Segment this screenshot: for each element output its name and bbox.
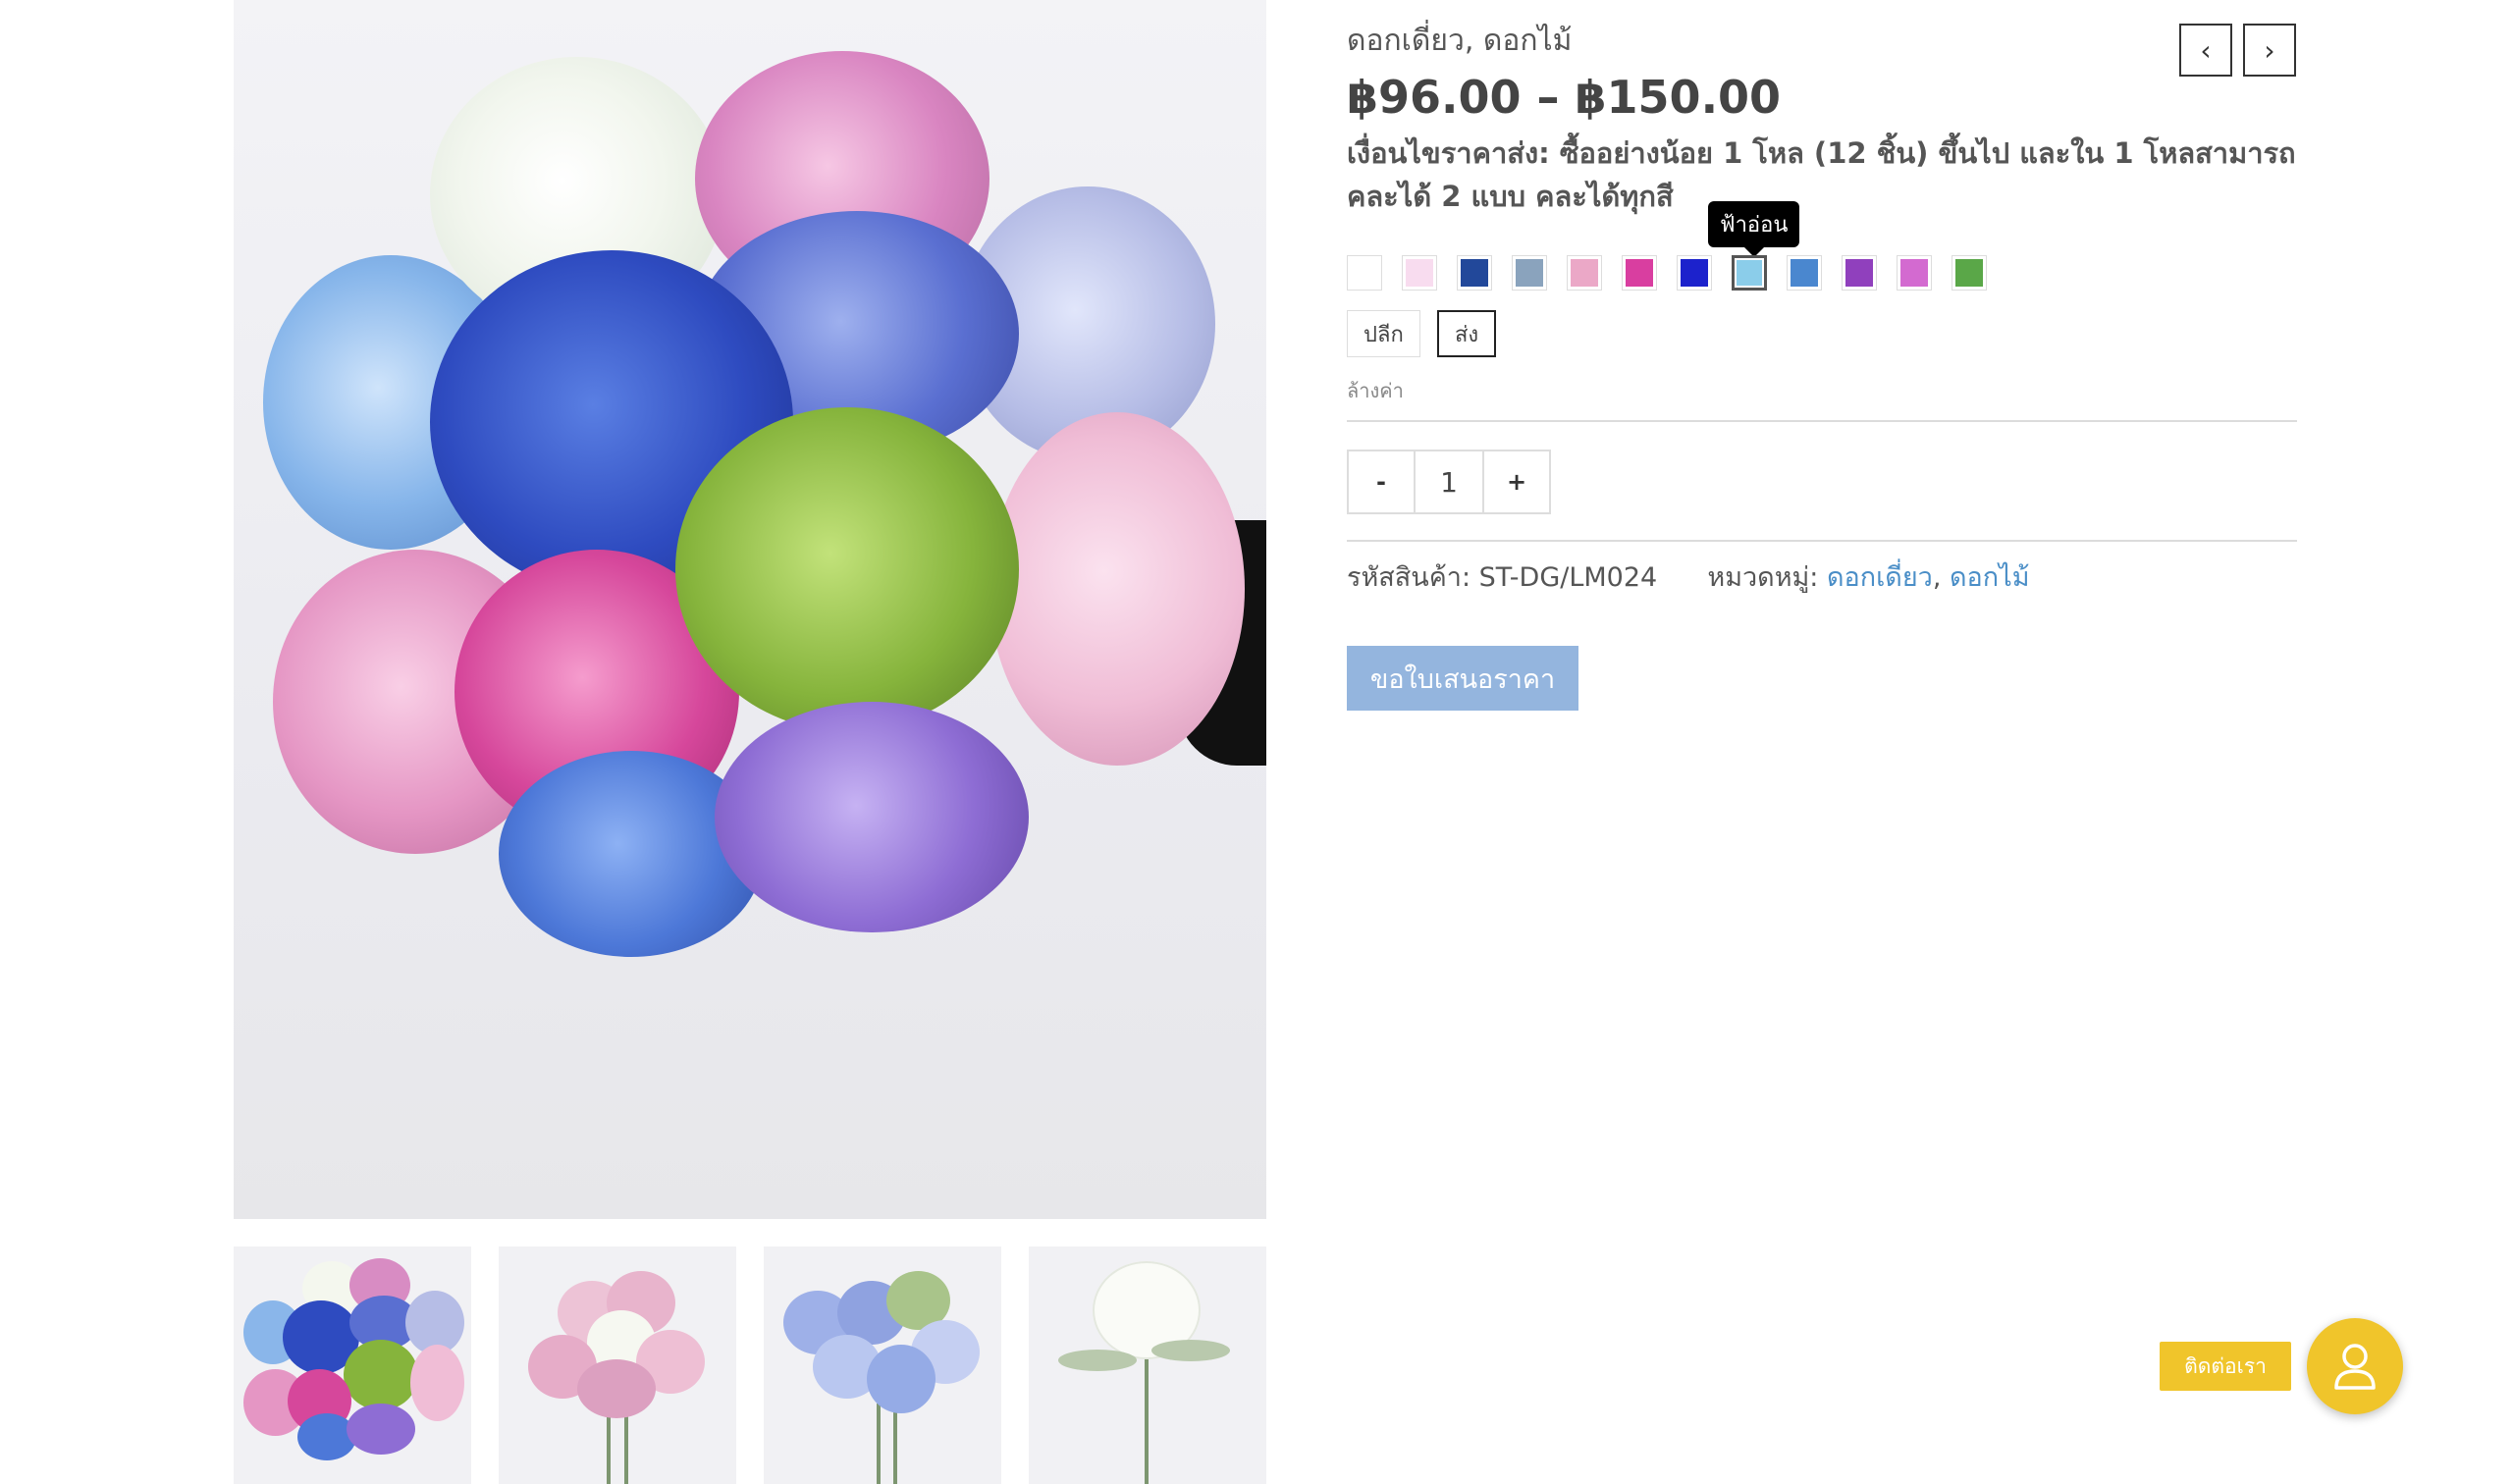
thumbnail-mixed[interactable] xyxy=(234,1246,471,1484)
color-swatch-fill xyxy=(1351,259,1378,287)
category-label: หมวดหมู่: xyxy=(1707,562,1819,593)
product-main-image[interactable] xyxy=(234,0,1266,1219)
contact-button[interactable] xyxy=(2307,1318,2403,1414)
contact-us-label[interactable]: ติดต่อเรา xyxy=(2160,1342,2291,1391)
price-range: ฿96.00 – ฿150.00 xyxy=(1347,71,1782,124)
color-swatch-fill xyxy=(1955,259,1983,287)
color-swatch-fill xyxy=(1681,259,1708,287)
color-swatch[interactable] xyxy=(1347,255,1382,291)
color-swatch[interactable] xyxy=(1622,255,1657,291)
sku-value: ST-DG/LM024 xyxy=(1478,562,1658,593)
color-swatch[interactable] xyxy=(1402,255,1437,291)
quantity-increase-button[interactable]: + xyxy=(1484,451,1549,512)
user-icon xyxy=(2334,1344,2376,1390)
color-swatch-fill xyxy=(1845,259,1873,287)
color-swatch[interactable] xyxy=(1677,255,1712,291)
thumbnail-pink[interactable] xyxy=(499,1246,736,1484)
previous-product-button[interactable]: ‹ xyxy=(2179,24,2232,77)
thumbnail-white[interactable] xyxy=(1029,1246,1266,1484)
quantity-stepper: - 1 + xyxy=(1347,450,1551,514)
thumbnail-blue[interactable] xyxy=(764,1246,1001,1484)
color-swatch[interactable] xyxy=(1512,255,1547,291)
request-quote-button[interactable]: ขอใบเสนอราคา xyxy=(1347,646,1578,711)
color-swatch[interactable] xyxy=(1567,255,1602,291)
product-meta: รหัสสินค้า: ST-DG/LM024 หมวดหมู่: ดอกเดี… xyxy=(1347,556,2030,598)
color-swatch[interactable] xyxy=(1842,255,1877,291)
color-swatch-fill xyxy=(1406,259,1433,287)
wholesale-conditions: เงื่อนไขราคาส่ง: ซื้ออย่างน้อย 1 โหล (12… xyxy=(1347,136,2296,213)
chevron-left-icon: ‹ xyxy=(2200,33,2212,67)
option-retail-button[interactable]: ปลีก xyxy=(1347,310,1420,357)
product-categories-heading: ดอกเดี่ยว, ดอกไม้ xyxy=(1347,24,1573,58)
color-swatch-fill xyxy=(1571,259,1598,287)
category-separator: , xyxy=(1932,562,1942,593)
color-swatch[interactable] xyxy=(1457,255,1492,291)
category-link-single-flower[interactable]: ดอกเดี่ยว xyxy=(1827,562,1933,593)
color-swatch-fill xyxy=(1791,259,1818,287)
clear-selection-link[interactable]: ล้างค่า xyxy=(1347,375,1404,406)
bloom-green xyxy=(675,407,1019,731)
color-swatch-fill xyxy=(1626,259,1653,287)
divider xyxy=(1347,420,2297,422)
color-swatch-fill xyxy=(1461,259,1488,287)
color-swatch-fill xyxy=(1516,259,1543,287)
quantity-input[interactable]: 1 xyxy=(1414,451,1484,512)
color-swatch[interactable] xyxy=(1897,255,1932,291)
option-wholesale-button[interactable]: ส่ง xyxy=(1437,310,1497,357)
color-swatch[interactable] xyxy=(1732,255,1767,291)
bloom-light-pink xyxy=(989,412,1245,766)
color-swatch[interactable] xyxy=(1952,255,1987,291)
category-link-flowers[interactable]: ดอกไม้ xyxy=(1950,562,2029,593)
color-swatch[interactable] xyxy=(1787,255,1822,291)
sku-label: รหัสสินค้า: xyxy=(1347,562,1471,593)
next-product-button[interactable]: › xyxy=(2243,24,2296,77)
divider xyxy=(1347,540,2297,542)
quantity-decrease-button[interactable]: - xyxy=(1349,451,1414,512)
chevron-right-icon: › xyxy=(2264,33,2275,67)
bloom-purple xyxy=(715,702,1029,932)
color-tooltip: ฟ้าอ่อน xyxy=(1708,201,1800,257)
color-swatch-fill xyxy=(1900,259,1928,287)
thumbnail-strip xyxy=(234,1246,1266,1484)
color-swatch-fill xyxy=(1737,260,1762,286)
